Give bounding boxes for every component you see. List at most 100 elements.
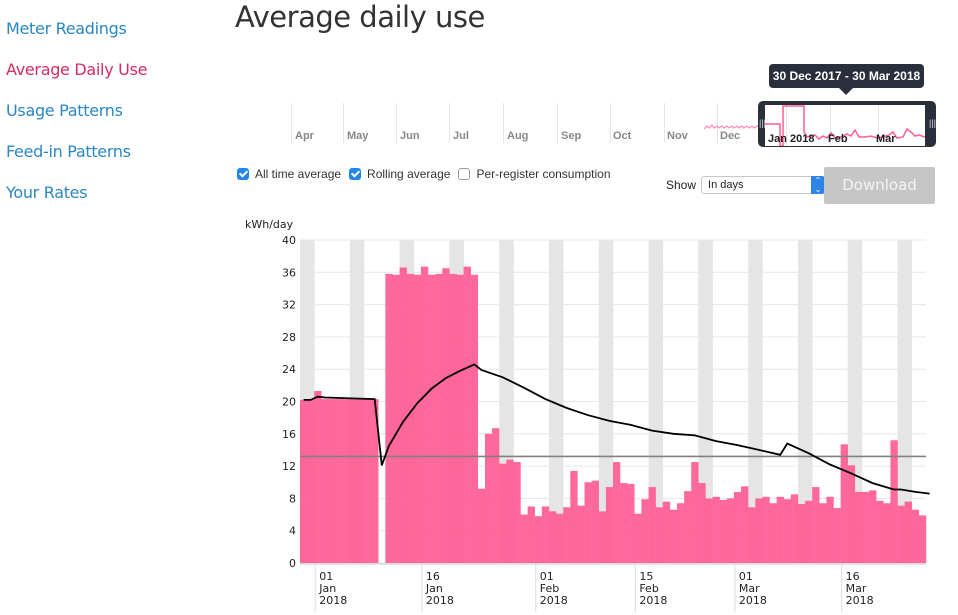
bar <box>513 462 521 563</box>
bar <box>911 509 920 563</box>
y-tick-label: 36 <box>282 266 296 279</box>
x-tick-label: 2018 <box>426 594 454 607</box>
bar <box>356 399 365 563</box>
bar <box>364 399 372 563</box>
bar <box>435 273 443 563</box>
x-tick-label: 2018 <box>846 594 874 607</box>
bar <box>783 499 792 563</box>
bar <box>876 500 884 563</box>
y-tick-label: 24 <box>282 363 296 376</box>
bar <box>307 399 315 563</box>
y-tick-label: 40 <box>282 234 296 247</box>
bar <box>548 511 557 563</box>
x-tick-label: 2018 <box>540 594 568 607</box>
bar <box>819 503 827 563</box>
bar <box>755 498 763 563</box>
bar <box>869 490 877 563</box>
bar <box>492 428 500 563</box>
y-tick-label: 28 <box>282 331 296 344</box>
bar <box>428 274 436 563</box>
bar <box>577 505 585 563</box>
bar <box>570 470 578 563</box>
bar <box>335 399 343 563</box>
bar <box>506 459 514 563</box>
bar <box>719 500 728 563</box>
bar <box>712 496 720 563</box>
bar <box>385 273 393 563</box>
y-tick-label: 4 <box>289 525 296 538</box>
bar <box>698 483 706 563</box>
bar <box>634 513 642 563</box>
bar <box>669 509 678 563</box>
bar <box>897 505 905 563</box>
bar <box>470 274 479 563</box>
bar <box>662 501 671 563</box>
bar <box>484 433 493 563</box>
bar <box>769 503 777 563</box>
y-tick-label: 12 <box>282 460 296 473</box>
bar <box>399 267 407 563</box>
bar <box>456 274 464 563</box>
bar <box>733 491 742 563</box>
y-tick-label: 32 <box>282 299 296 312</box>
bar <box>890 440 898 563</box>
bar <box>392 274 400 563</box>
y-tick-label: 16 <box>282 428 296 441</box>
bar <box>918 515 927 563</box>
bar <box>904 501 912 563</box>
bar <box>620 483 628 563</box>
bar <box>705 498 713 563</box>
bar <box>499 463 507 563</box>
bar <box>797 504 806 563</box>
bar <box>563 507 571 563</box>
bar <box>805 500 813 563</box>
bar <box>741 486 749 563</box>
bar <box>598 511 607 563</box>
bar <box>321 399 329 563</box>
bar <box>854 491 863 563</box>
bar <box>591 480 599 563</box>
bar <box>613 462 621 563</box>
bar <box>584 482 592 563</box>
x-tick-label: 2018 <box>319 594 347 607</box>
bar <box>691 462 699 563</box>
bar <box>790 494 799 563</box>
x-tick-label: 2018 <box>639 594 667 607</box>
daily-use-chart: 0481216202428323640kWh/day01Jan201816Jan… <box>245 218 930 612</box>
bar <box>627 483 635 563</box>
bar <box>726 498 735 563</box>
y-tick-label: 8 <box>289 492 296 505</box>
bar <box>812 487 820 563</box>
bar <box>463 266 471 563</box>
bar <box>534 516 543 563</box>
bar <box>349 399 358 563</box>
bar <box>776 496 784 563</box>
bar <box>847 465 856 563</box>
bar <box>840 444 848 563</box>
bar <box>826 496 834 563</box>
bar <box>861 491 870 563</box>
bar <box>520 514 528 563</box>
bar <box>762 496 770 563</box>
bar <box>541 506 550 563</box>
bar <box>684 491 692 563</box>
bar <box>527 506 535 563</box>
bar <box>420 266 429 563</box>
bar <box>833 508 841 563</box>
bar <box>328 399 336 563</box>
bar <box>677 503 685 563</box>
bar <box>477 488 486 563</box>
y-axis-label: kWh/day <box>245 218 294 231</box>
bar <box>413 274 422 563</box>
bar <box>655 507 663 563</box>
bar <box>442 268 450 563</box>
bar <box>648 487 656 563</box>
bar <box>641 499 649 563</box>
bar <box>300 399 308 563</box>
bar <box>314 391 322 563</box>
bar <box>449 273 457 563</box>
bar <box>342 399 350 563</box>
bar <box>605 487 614 563</box>
x-tick-label: 2018 <box>739 594 767 607</box>
bar <box>556 513 564 563</box>
